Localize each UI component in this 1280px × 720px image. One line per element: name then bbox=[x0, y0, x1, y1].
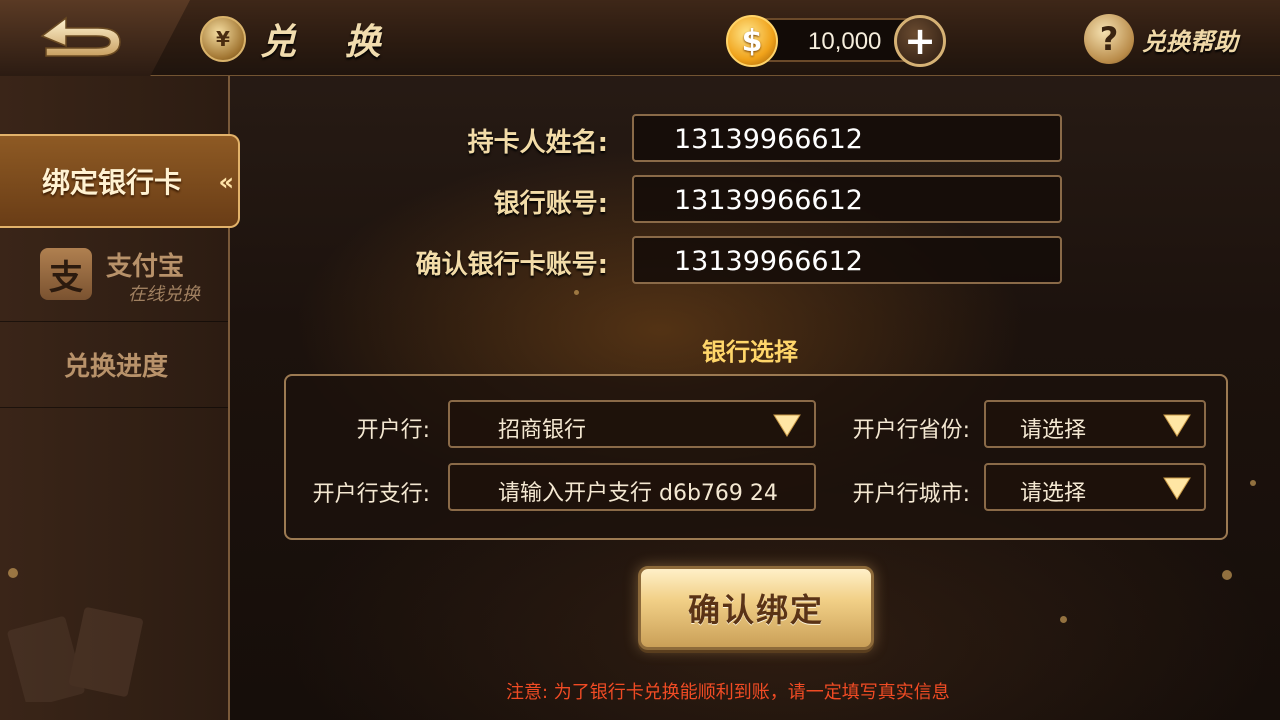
balance-value: 10,000 bbox=[808, 28, 882, 55]
exchange-help-button[interactable]: ? 兑换帮助 bbox=[1084, 14, 1238, 64]
sidebar-item-label: 兑换进度 bbox=[64, 352, 169, 382]
sidebar-item-sublabel: 在线兑换 bbox=[128, 284, 200, 305]
sidebar-item-exchange-progress[interactable]: 兑换进度 bbox=[0, 322, 228, 408]
sparkle-dot bbox=[1222, 570, 1232, 580]
bank-section-title: 银行选择 bbox=[702, 338, 798, 366]
province-select[interactable]: 请选择 bbox=[984, 400, 1206, 448]
account-input[interactable]: 13139966612 bbox=[632, 175, 1062, 223]
account-row: 银行账号: 13139966612 bbox=[232, 175, 1280, 225]
sidebar-item-bind-bank-card[interactable]: 绑定银行卡 « bbox=[0, 134, 240, 228]
sidebar: 绑定银行卡 « 支 支付宝 在线兑换 兑换进度 bbox=[0, 76, 240, 720]
bank-select-value: 招商银行 bbox=[498, 418, 587, 443]
confirm-bind-label: 确认绑定 bbox=[687, 591, 824, 629]
add-funds-button[interactable]: + bbox=[894, 15, 946, 67]
city-select[interactable]: 请选择 bbox=[984, 463, 1206, 511]
dropdown-triangle-icon bbox=[1163, 414, 1191, 437]
account-label: 银行账号: bbox=[493, 189, 608, 219]
gold-coin-icon: $ bbox=[726, 15, 778, 67]
branch-input-value: 请输入开户支行 d6b769 24 bbox=[498, 481, 778, 506]
yen-coin-icon: ¥ bbox=[200, 16, 246, 62]
help-label: 兑换帮助 bbox=[1142, 27, 1238, 56]
bank-select[interactable]: 招商银行 bbox=[448, 400, 816, 448]
alipay-icon: 支 bbox=[40, 248, 92, 300]
province-select-value: 请选择 bbox=[1020, 418, 1087, 443]
confirm-account-label: 确认银行卡账号: bbox=[415, 250, 608, 280]
dropdown-triangle-icon bbox=[773, 414, 801, 437]
city-label: 开户行城市: bbox=[852, 482, 970, 507]
city-select-value: 请选择 bbox=[1020, 481, 1087, 506]
sparkle-dot bbox=[1250, 480, 1256, 486]
sparkle-dot bbox=[1060, 616, 1067, 623]
holder-name-row: 持卡人姓名: 13139966612 bbox=[232, 114, 1280, 164]
sidebar-item-label: 支付宝 bbox=[106, 252, 185, 282]
bank-selection-panel: 开户行: 招商银行 开户行省份: 请选择 开户行支行: 请输入开户支行 d6b7… bbox=[284, 374, 1228, 540]
confirm-account-row: 确认银行卡账号: 13139966612 bbox=[232, 236, 1280, 286]
dropdown-triangle-icon bbox=[1163, 477, 1191, 500]
sparkle-dot bbox=[8, 568, 18, 578]
sidebar-item-label: 绑定银行卡 bbox=[42, 166, 183, 199]
playing-cards-decoration bbox=[7, 607, 143, 702]
province-label: 开户行省份: bbox=[852, 418, 970, 443]
top-bar: ¥ 兑 换 $ 10,000 + ? 兑换帮助 bbox=[0, 0, 1280, 80]
branch-label: 开户行支行: bbox=[312, 482, 430, 507]
back-button[interactable] bbox=[36, 12, 126, 60]
notice-text: 注意: 为了银行卡兑换能顺利到账，请一定填写真实信息 bbox=[506, 682, 950, 703]
page-title-group: ¥ 兑 换 bbox=[200, 14, 399, 64]
balance-display: $ 10,000 + bbox=[726, 15, 946, 67]
confirm-bind-button[interactable]: 确认绑定 bbox=[638, 566, 874, 650]
bind-card-form: 持卡人姓名: 13139966612 银行账号: 13139966612 确认银… bbox=[232, 76, 1280, 720]
page-title: 兑 换 bbox=[260, 22, 399, 63]
branch-input[interactable]: 请输入开户支行 d6b769 24 bbox=[448, 463, 816, 511]
question-mark-icon: ? bbox=[1084, 14, 1134, 64]
holder-name-input[interactable]: 13139966612 bbox=[632, 114, 1062, 162]
confirm-account-input[interactable]: 13139966612 bbox=[632, 236, 1062, 284]
back-arrow-icon bbox=[40, 16, 121, 57]
bank-label: 开户行: bbox=[356, 418, 430, 443]
holder-name-label: 持卡人姓名: bbox=[467, 128, 608, 158]
sparkle-dot bbox=[574, 290, 579, 295]
sidebar-item-alipay[interactable]: 支 支付宝 在线兑换 bbox=[0, 236, 228, 322]
